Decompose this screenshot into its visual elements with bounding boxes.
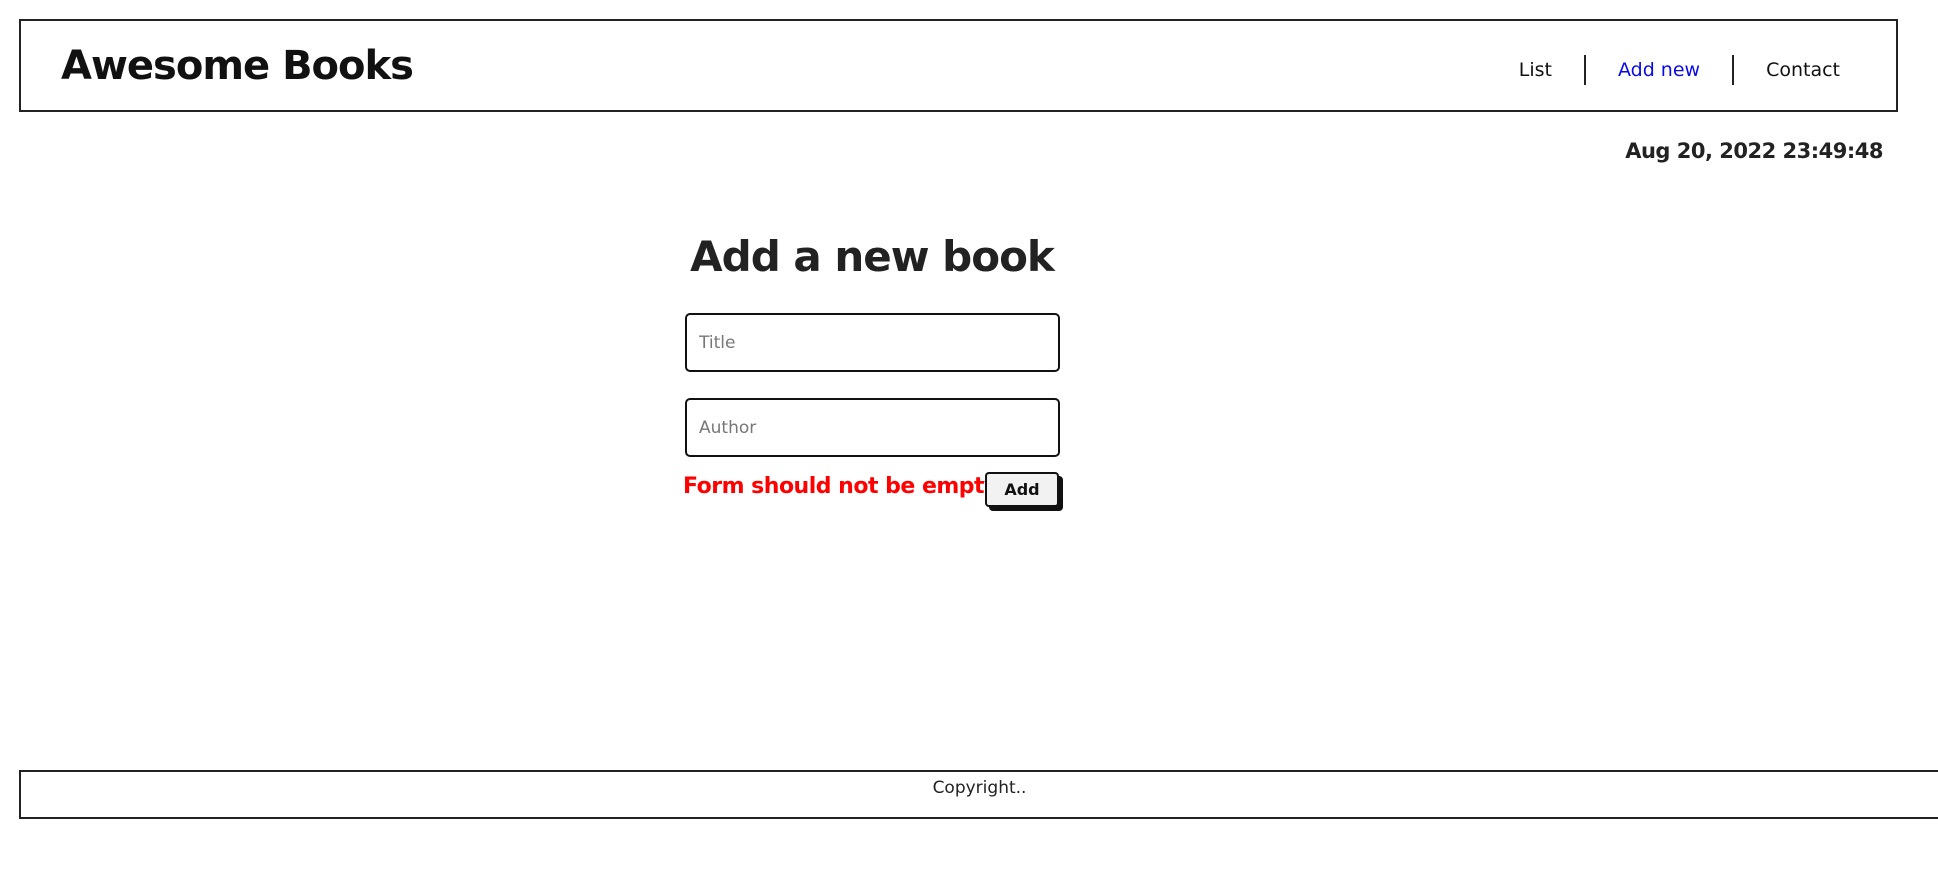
nav-link-list[interactable]: List [1519,59,1584,81]
current-datetime: Aug 20, 2022 23:49:48 [1625,139,1883,163]
page: Awesome Books List Add new Contact Aug 2… [0,0,1938,878]
title-input[interactable] [685,313,1060,372]
main-nav: List Add new Contact [1519,54,1840,85]
form-error-message: Form should not be empty [683,474,998,499]
nav-link-add-new[interactable]: Add new [1586,59,1732,81]
nav-link-contact[interactable]: Contact [1734,59,1840,81]
site-footer: Copyright.. [19,770,1938,819]
add-book-heading: Add a new book [690,232,1055,281]
copyright-text: Copyright.. [932,778,1027,798]
author-input[interactable] [685,398,1060,457]
brand-logo: Awesome Books [61,42,414,89]
add-book-button[interactable]: Add [985,472,1059,507]
site-header: Awesome Books List Add new Contact [19,19,1898,112]
